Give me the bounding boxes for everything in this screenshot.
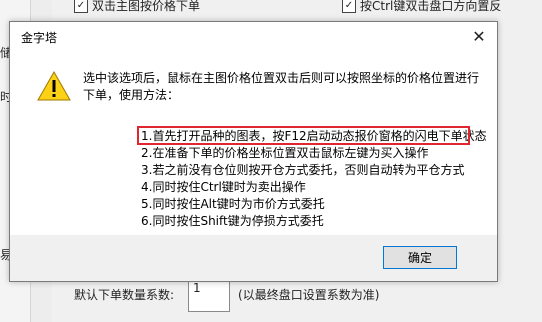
warning-icon [37, 71, 71, 101]
quantity-hint: (以最终盘口设置系数为准) [238, 287, 380, 302]
dialog-intro-text: 选中该选项后，鼠标在主图价格位置双击后则可以按照坐标的价格位置进行下单，使用方法… [83, 71, 480, 102]
instruction-step: 5.同时按住Alt键时为市价方式委托 [141, 197, 325, 211]
checkbox-box[interactable]: ✓ [342, 0, 356, 13]
message-dialog: 金字塔 ✕ 选中该选项后，鼠标在主图价格位置双击后则可以按照坐标的价格位置进行下… [9, 21, 498, 282]
instruction-step: 4.同时按住Ctrl键时为卖出操作 [141, 180, 306, 194]
close-icon[interactable]: ✕ [461, 22, 497, 50]
instruction-step: 2.在准备下单的价格坐标位置双击鼠标左键为买入操作 [141, 146, 429, 160]
dialog-title: 金字塔 [21, 31, 58, 45]
instruction-step: 6.同时按住Shift键为停损方式委托 [141, 214, 324, 228]
double-click-order-checkbox[interactable]: ✓ 双击主图按价格下单 [74, 0, 200, 14]
ok-button[interactable]: 确定 [383, 246, 457, 269]
dialog-titlebar: 金字塔 ✕ [10, 22, 497, 50]
checkbox-label: 按Ctrl键双击盘口方向置反 [360, 0, 502, 13]
ctrl-reverse-checkbox[interactable]: ✓ 按Ctrl键双击盘口方向置反 [342, 0, 501, 14]
highlight-annotation-box [137, 126, 470, 145]
checkbox-label: 双击主图按价格下单 [92, 0, 201, 13]
quantity-label: 默认下单数量系数: [74, 287, 175, 302]
checkbox-box[interactable]: ✓ [74, 0, 88, 13]
instruction-step: 3.若之前没有仓位则按开仓方式委托，否则自动转为平仓方式 [141, 163, 465, 177]
